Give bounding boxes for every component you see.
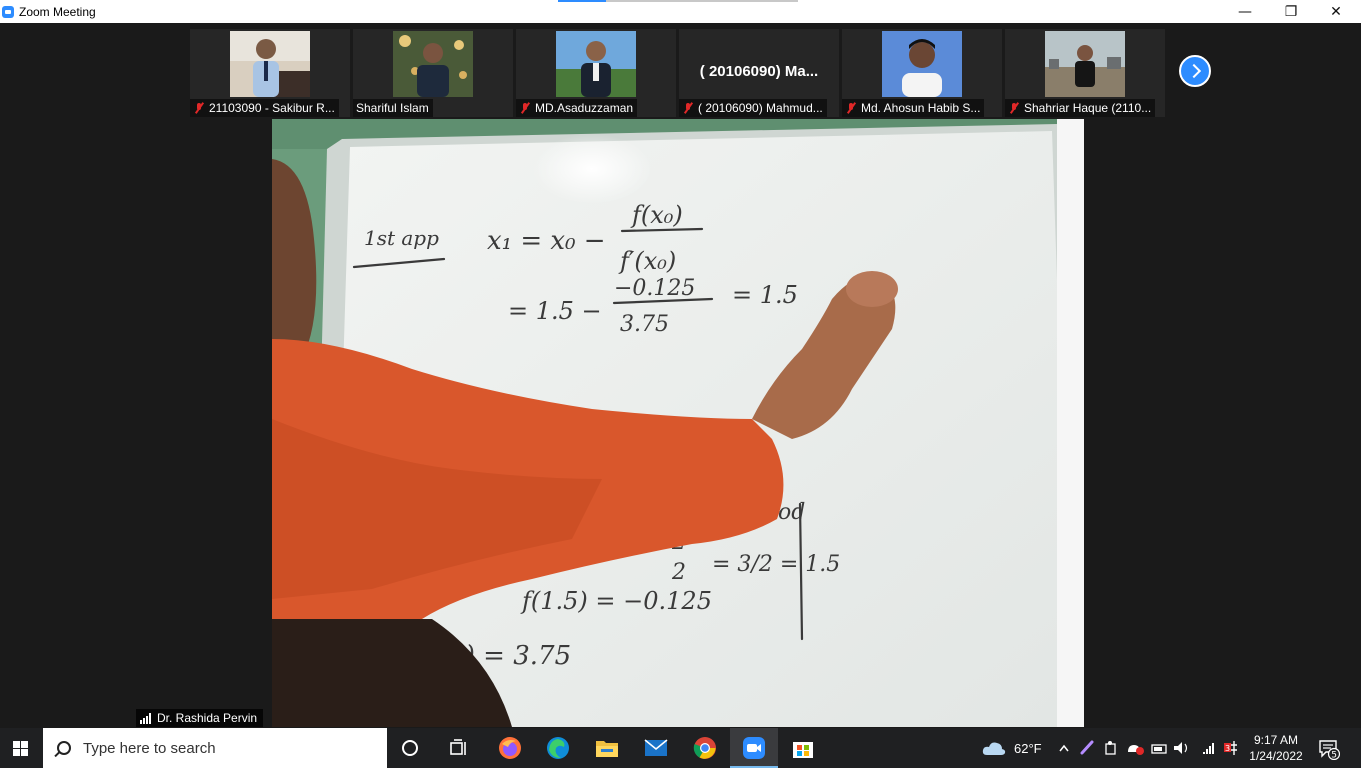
wb-text: f′(x₀) xyxy=(618,247,676,275)
participant-tile[interactable]: ( 20106090) Ma... ( 20106090) Mahmud... xyxy=(679,29,839,117)
cortana-button[interactable] xyxy=(386,728,434,768)
tab-indicator xyxy=(558,0,798,2)
minimize-button[interactable]: — xyxy=(1222,0,1268,23)
muted-mic-icon xyxy=(519,102,531,114)
muted-mic-icon xyxy=(682,102,694,114)
wb-label: 1st app xyxy=(364,226,439,250)
store-icon xyxy=(793,742,813,758)
signal-strength-icon xyxy=(140,712,152,724)
firefox-icon xyxy=(499,737,521,759)
participant-name-bar: Shariful Islam xyxy=(353,99,433,117)
participant-name-bar: ( 20106090) Mahmud... xyxy=(679,99,827,117)
participant-display-name: ( 20106090) Ma... xyxy=(699,63,819,80)
cloud-icon xyxy=(982,742,1006,755)
clock-time: 9:17 AM xyxy=(1253,733,1299,747)
language-indicator[interactable]: 3 xyxy=(1222,728,1242,768)
file-explorer-button[interactable] xyxy=(583,728,631,768)
firefox-button[interactable] xyxy=(486,728,534,768)
zoom-taskbar-button[interactable] xyxy=(730,728,778,768)
participant-tile[interactable]: 21103090 - Sakibur R... xyxy=(190,29,350,117)
mail-icon xyxy=(644,739,668,756)
participant-name: ( 20106090) Mahmud... xyxy=(698,101,823,115)
participant-name: Shahriar Haque (2110... xyxy=(1024,101,1152,115)
close-button[interactable]: ✕ xyxy=(1313,0,1359,23)
folder-icon xyxy=(596,741,618,757)
wb-text: f(x₀) xyxy=(630,201,683,229)
wb-text: x₁ = x₀ − xyxy=(487,226,606,256)
chrome-button[interactable] xyxy=(681,728,729,768)
tray-icons xyxy=(1059,740,1214,755)
clock-date: 1/24/2022 xyxy=(1249,749,1303,763)
participant-name-bar: Shahriar Haque (2110... xyxy=(1005,99,1156,117)
action-center-button[interactable]: 5 xyxy=(1318,738,1341,761)
participant-video xyxy=(230,31,310,97)
notification-icon: 5 xyxy=(1319,740,1341,761)
wb-text: 2 xyxy=(671,560,686,585)
participant-tile[interactable]: MD.Asaduzzaman xyxy=(516,29,676,117)
notification-count: 5 xyxy=(1331,751,1337,761)
cortana-icon xyxy=(402,740,418,756)
edge-button[interactable] xyxy=(534,728,582,768)
participant-name: MD.Asaduzzaman xyxy=(535,101,634,115)
speaker-name: Dr. Rashida Pervin xyxy=(157,711,258,725)
participant-video xyxy=(882,31,962,97)
participant-name: Shariful Islam xyxy=(356,101,429,115)
taskbar-search[interactable]: Type here to search xyxy=(43,728,387,768)
participant-name: 21103090 - Sakibur R... xyxy=(209,101,335,115)
wb-text: = 1.5 xyxy=(732,281,798,309)
wb-text: = 3/2 = 1.5 xyxy=(712,552,840,577)
main-video[interactable]: 1st app x₁ = x₀ − f(x₀) f′(x₀) = 1.5 − −… xyxy=(272,119,1084,727)
participant-video xyxy=(1045,31,1125,97)
muted-mic-icon xyxy=(1008,102,1020,114)
wb-text: = 1.5 − xyxy=(508,297,602,325)
participant-tile[interactable]: Md. Ahosun Habib S... xyxy=(842,29,1002,117)
weather-temp: 62°F xyxy=(1014,740,1042,756)
muted-mic-icon xyxy=(845,102,857,114)
participant-tile[interactable]: Shariful Islam xyxy=(353,29,513,117)
whiteboard-video-frame: 1st app x₁ = x₀ − f(x₀) f′(x₀) = 1.5 − −… xyxy=(272,119,1084,727)
participant-video xyxy=(393,31,473,97)
edge-icon xyxy=(547,737,569,759)
participant-name-bar: Md. Ahosun Habib S... xyxy=(842,99,985,117)
participant-video xyxy=(556,31,636,97)
mail-button[interactable] xyxy=(632,728,680,768)
next-page-button[interactable] xyxy=(1179,55,1211,87)
start-button[interactable] xyxy=(0,728,40,768)
wb-text: f(1.5) = −0.125 xyxy=(520,587,712,615)
windows-logo-icon xyxy=(12,740,28,756)
weather-widget[interactable]: 62°F xyxy=(982,728,1042,768)
svg-text:3: 3 xyxy=(1225,744,1230,753)
wb-text: −0.125 xyxy=(614,276,695,301)
participant-name: Md. Ahosun Habib S... xyxy=(861,101,981,115)
taskbar-clock[interactable]: 9:17 AM 1/24/2022 xyxy=(1244,732,1308,764)
task-view-button[interactable] xyxy=(435,728,483,768)
speaker-name-bar: Dr. Rashida Pervin xyxy=(136,709,264,727)
participant-tile[interactable]: Shahriar Haque (2110... xyxy=(1005,29,1165,117)
store-button[interactable] xyxy=(779,728,827,768)
participant-name-bar: MD.Asaduzzaman xyxy=(516,99,638,117)
zoom-icon xyxy=(743,737,765,759)
chrome-icon xyxy=(693,737,716,759)
window-titlebar: Zoom Meeting — ❐ ✕ xyxy=(0,0,1361,23)
restore-button[interactable]: ❐ xyxy=(1268,0,1314,23)
windows-taskbar: Type here to search 62°F 3 9:17 AM 1/24/… xyxy=(0,728,1361,768)
participant-name-bar: 21103090 - Sakibur R... xyxy=(190,99,339,117)
task-view-icon xyxy=(450,739,466,755)
muted-mic-icon xyxy=(193,102,205,114)
window-title: Zoom Meeting xyxy=(19,4,96,19)
wb-text: 3.75 xyxy=(620,312,669,337)
participant-strip: 21103090 - Sakibur R... Shariful Islam M… xyxy=(0,23,1361,119)
search-placeholder: Type here to search xyxy=(83,739,216,757)
system-tray-icons xyxy=(1056,728,1216,768)
zoom-app-icon xyxy=(2,5,14,18)
ime-icon: 3 xyxy=(1224,741,1237,755)
search-icon xyxy=(57,741,71,755)
